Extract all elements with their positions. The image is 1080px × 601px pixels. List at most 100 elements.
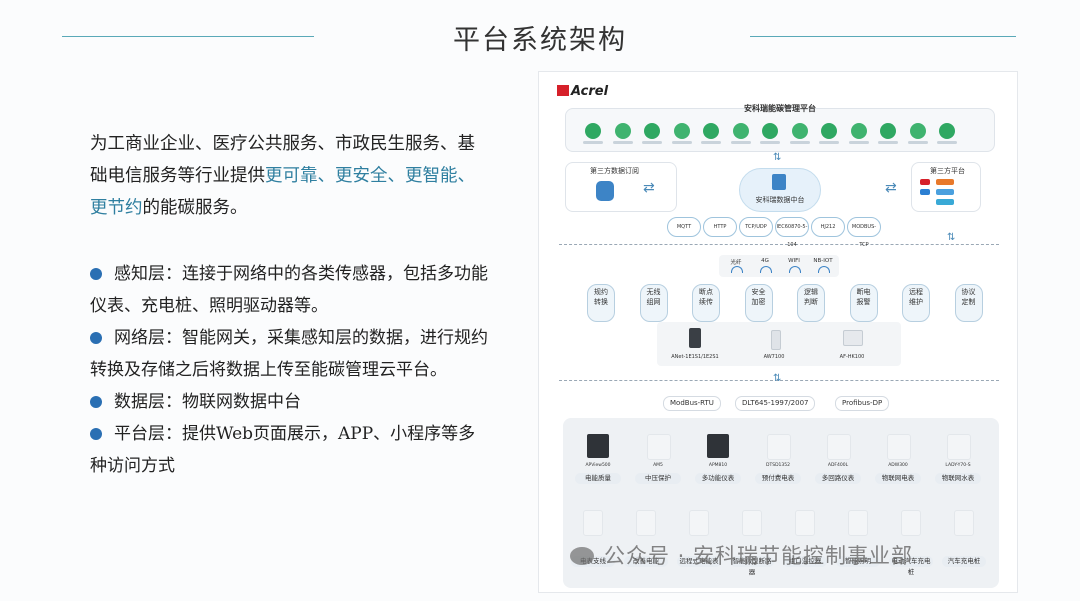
app-module-caption-bar [937,141,957,144]
signal-icon [760,266,772,273]
app-module-caption-bar [819,141,839,144]
protocol-cloud: HJ212 [811,217,845,237]
layer-list: 感知层：连接于网络中的各类传感器，包括多功能仪表、充电桩、照明驱动器等。 网络层… [90,258,490,482]
function-cylinder: 断点 续传 [692,284,720,322]
link-type-label: WIFI [788,258,800,264]
database-icon [596,181,614,201]
partner-logo-icon [936,179,954,185]
layer-item-network: 网络层：智能网关，采集感知层的数据，进行规约转换及存储之后将数据上传至能碳管理云… [90,322,490,386]
arrow-updown-icon: ⇅ [773,152,782,163]
signal-icon [818,266,830,273]
arrow-left-right-icon: ⇄ [643,180,655,196]
meter-device-icon [827,434,851,460]
layer-item-data: 数据层：物联网数据中台 [90,386,490,418]
bullet-dot-icon [90,396,102,408]
meter-category-label: 中压保护 [635,473,681,484]
gateway-device-icon [689,328,701,348]
third-party-subscribe-title: 第三方数据订阅 [590,167,639,175]
arrow-left-right-icon-right: ⇄ [885,180,897,196]
gateway-label: ANet-1E1S1/1E2S1 [671,354,719,360]
field-device-icon [636,510,656,536]
function-cylinder: 远程 维护 [902,284,930,322]
divider-dashed [559,244,999,245]
layer-text: 感知层：连接于网络中的各类传感器，包括多功能仪表、充电桩、照明驱动器等。 [90,264,488,316]
meter-device-icon [767,434,791,460]
arrow-updown-icon: ⇅ [947,232,956,243]
meter-model-label: ADF400L [827,463,849,468]
field-device-icon [848,510,868,536]
meter-model-label: ADW300 [888,463,908,468]
gateway-device-icon [843,330,863,346]
meter-device-icon [647,434,671,460]
app-module-icon [585,123,601,139]
link-type-label: NB-IOT [813,258,833,264]
meter-model-label: DTSD1352 [766,463,790,468]
layer-item-platform: 平台层：提供Web页面展示，APP、小程序等多种访问方式 [90,418,490,482]
function-cylinder: 无线 组网 [639,284,668,322]
field-device-label: 汽车充电桩 [942,556,986,567]
signal-icon [789,266,801,273]
partner-logo-icon [920,179,930,185]
link-type-label: 光纤 [730,260,742,266]
meter-device-icon [887,434,911,460]
meter-device-icon [707,434,729,458]
app-module-caption-bar [907,141,928,144]
meter-category-label: 多功能仪表 [695,473,741,484]
app-module-icon [644,123,660,139]
gateway-label: AF-HK100 [839,354,865,360]
meter-category-label: 预付费电表 [755,473,801,484]
app-module-caption-bar [642,141,662,144]
protocol-pill: ModBus-RTU [663,396,721,411]
app-module-icon [791,123,808,139]
app-module-icon [703,123,719,139]
meter-category-label: 物联网水表 [935,473,981,484]
app-module-icon [880,123,896,139]
acrel-logo-icon [557,85,569,96]
layer-text: 平台层：提供Web页面展示，APP、小程序等多种访问方式 [90,424,476,476]
app-module-icon [762,123,778,139]
signal-icon [731,266,743,273]
app-module-caption-bar [583,141,603,144]
partner-logo-icon [936,199,954,205]
app-module-icon [732,123,749,139]
meter-device-icon [587,434,609,458]
data-center-icon [772,174,786,190]
field-device-icon [742,510,762,536]
meter-model-label: APM810 [708,463,728,468]
meter-category-label: 电能质量 [575,473,621,484]
app-module-caption-bar [701,141,721,144]
meter-category-label: 多回路仪表 [815,473,861,484]
field-device-icon [901,510,921,536]
bullet-dot-icon [90,332,102,344]
app-module-caption-bar [789,141,810,144]
data-center-label: 安科瑞数据中台 [755,196,805,204]
field-device-icon [689,510,709,536]
intro-paragraph: 为工商业企业、医疗公共服务、市政民生服务、基础电信服务等行业提供更可靠、更安全、… [90,128,490,224]
app-module-icon [850,123,867,139]
function-cylinder: 规约 转换 [587,284,615,322]
wechat-watermark: 公众号 · 安科瑞节能控制事业部 [570,540,913,570]
third-party-platform-box: 第三方平台 [911,162,981,212]
wechat-icon [570,547,594,565]
page-title: 平台系统架构 [453,25,627,56]
meter-model-label: APView500 [585,463,611,468]
layer-text: 网络层：智能网关，采集感知层的数据，进行规约转换及存储之后将数据上传至能碳管理云… [90,328,488,380]
protocol-cloud: TCP/UDP [739,217,773,237]
meter-model-label: LADY-Y70-S [945,463,971,468]
field-device-icon [954,510,974,536]
field-device-icon [795,510,815,536]
layer-text: 数据层：物联网数据中台 [114,392,301,412]
protocol-cloud: HTTP [703,217,737,237]
protocol-cloud: MQTT [667,217,701,237]
app-module-caption-bar [760,141,780,144]
partner-logo-icon [936,189,954,195]
app-module-caption-bar [878,141,898,144]
function-cylinder: 断电 报警 [849,284,878,322]
function-cylinder: 安全 加密 [744,284,773,322]
protocol-cloud: MODBUS-TCP [847,217,881,248]
protocol-pill: DLT645-1997/2007 [735,396,816,411]
gateway-device-icon [771,330,781,350]
meter-model-label: AM5 [653,463,663,468]
bullet-dot-icon [90,428,102,440]
third-party-subscribe-box: 第三方数据订阅 [565,162,677,212]
